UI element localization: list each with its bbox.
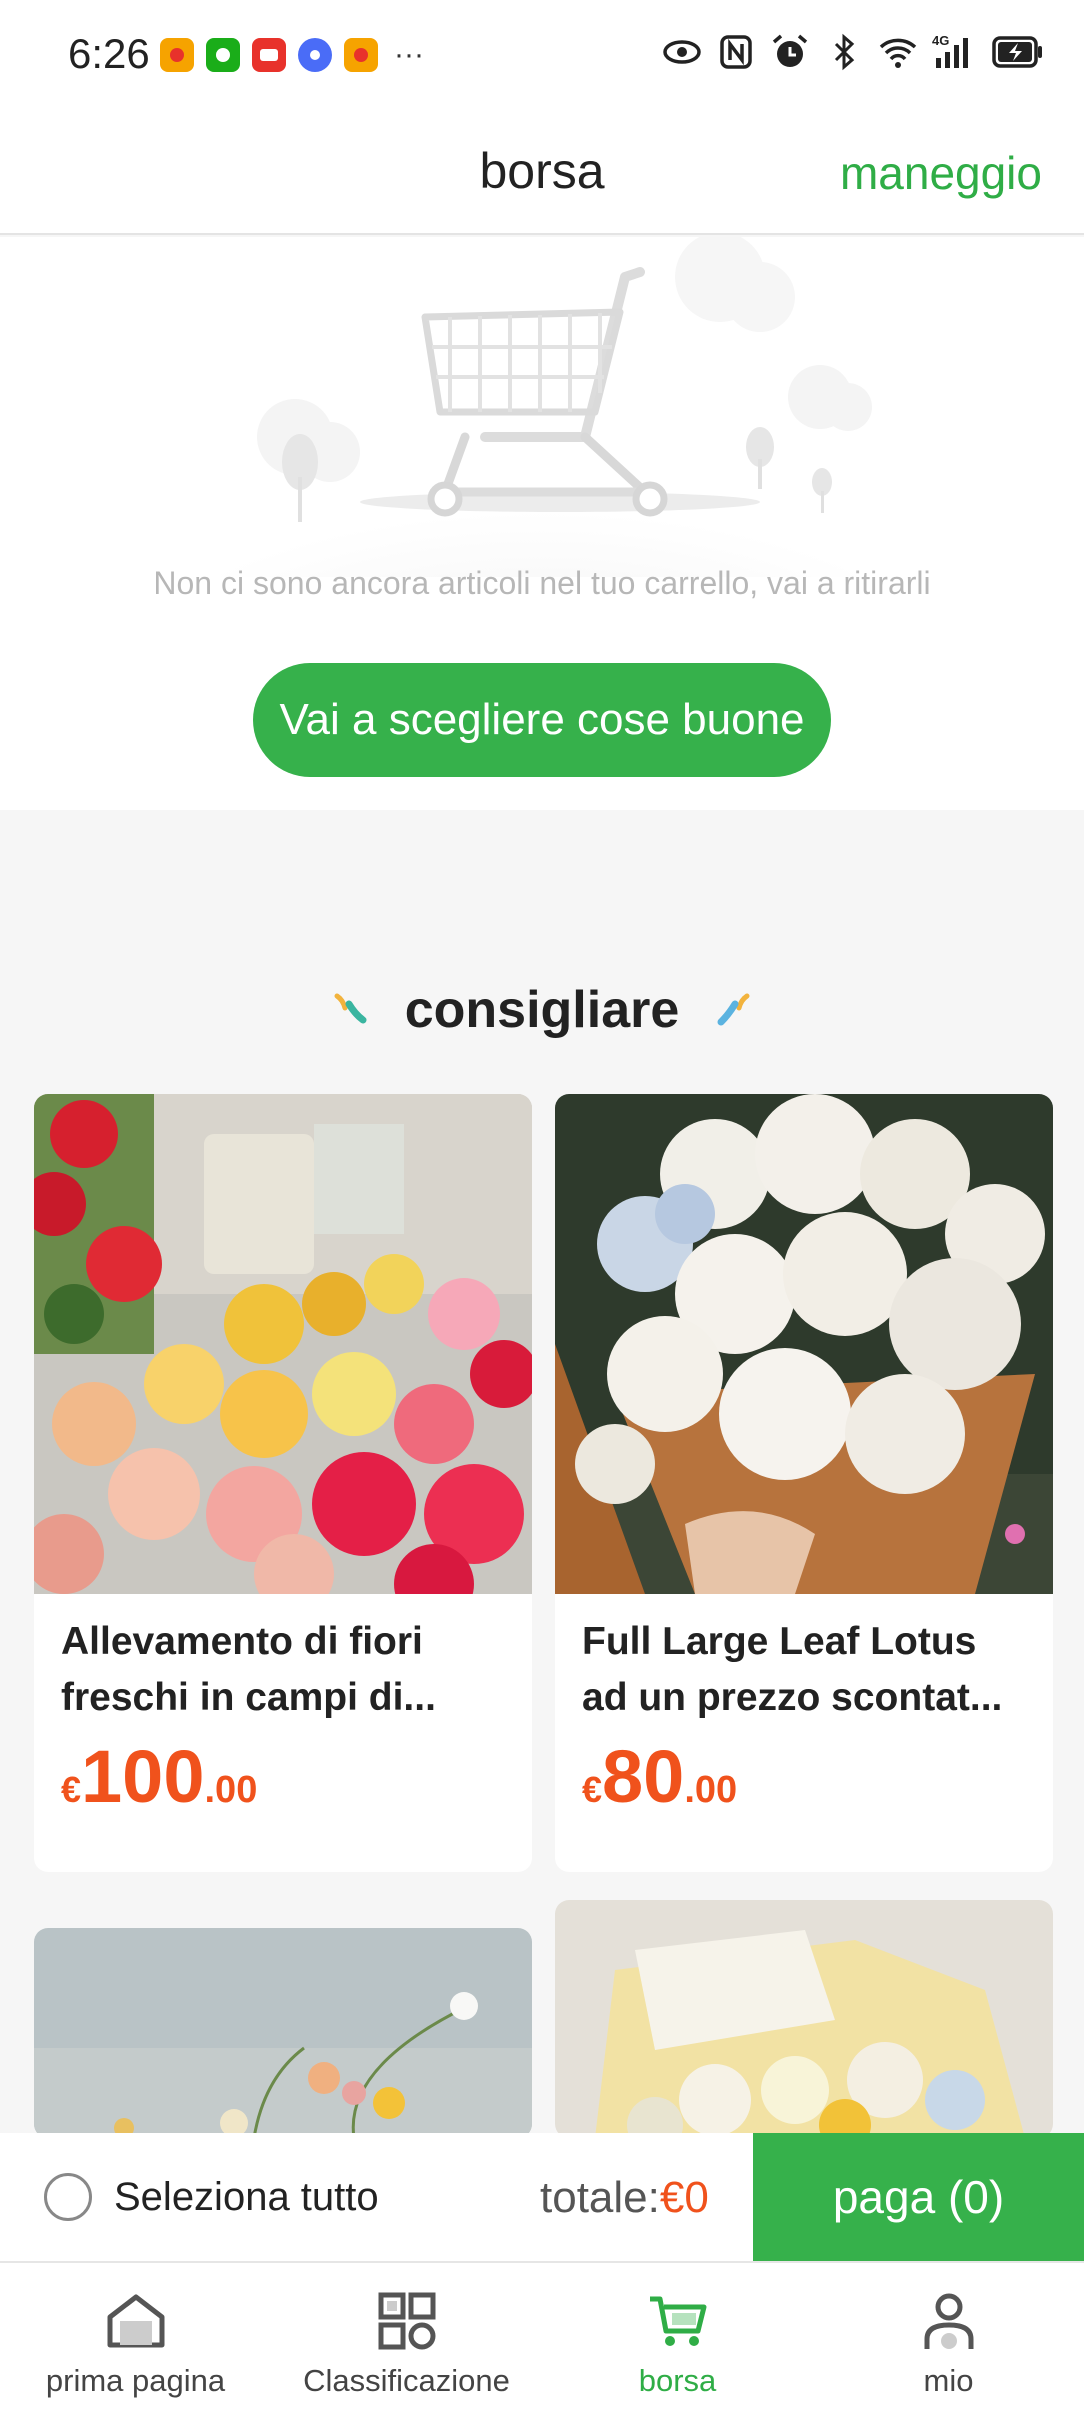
more-notifications-icon: ···	[394, 38, 424, 71]
recommend-title: consigliare	[404, 981, 680, 1039]
empty-cart-illustration	[220, 237, 872, 577]
profile-icon	[924, 2293, 974, 2349]
cart-total: totale:€0	[540, 2173, 709, 2223]
product-card[interactable]: Full Large Leaf Lotus ad un prezzo scont…	[555, 1094, 1053, 1872]
page-header: borsa maneggio	[0, 110, 1084, 235]
eye-icon	[663, 40, 701, 64]
tab-label: mio	[923, 2363, 974, 2398]
product-card[interactable]: Allevamento di fiori freschi in campi di…	[34, 1094, 532, 1872]
tab-label: prima pagina	[45, 2363, 226, 2398]
system-icons: 4G	[662, 32, 1044, 72]
bottom-tab-bar: prima pagina Classificazione borsa mio	[0, 2261, 1084, 2412]
cart-action-bar: Seleziona tutto totale:€0 paga (0)	[0, 2133, 1084, 2261]
cellular-signal-icon: 4G	[932, 33, 968, 68]
notification-icons: ···	[160, 38, 424, 72]
weibo-icon	[160, 38, 194, 72]
message-app-icon	[252, 38, 286, 72]
empty-cart-section: Non ci sono ancora articoli nel tuo carr…	[0, 237, 1084, 810]
svg-text:4G: 4G	[932, 33, 949, 48]
product-price: €100.00	[61, 1734, 257, 1819]
price-integer: 80	[602, 1735, 685, 1818]
sparkle-left-icon	[334, 993, 367, 1024]
sparkle-right-icon	[717, 993, 750, 1026]
cart-icon	[650, 2296, 707, 2346]
go-shopping-button[interactable]: Vai a scegliere cose buone	[253, 663, 831, 777]
category-icon	[378, 2292, 436, 2350]
tab-cart[interactable]: borsa	[542, 2263, 813, 2412]
tab-label: Classificazione	[303, 2363, 510, 2398]
product-image-flowers	[34, 1094, 532, 1594]
weibo-icon	[344, 38, 378, 72]
tab-profile[interactable]: mio	[813, 2263, 1084, 2412]
empty-cart-message: Non ci sono ancora articoli nel tuo carr…	[153, 565, 931, 601]
music-app-icon	[298, 38, 332, 72]
total-value: €0	[659, 2173, 709, 2222]
home-icon	[107, 2294, 165, 2348]
pay-button[interactable]: paga (0)	[753, 2133, 1084, 2261]
alarm-icon	[772, 34, 808, 67]
product-image-wildflowers	[34, 1928, 532, 2138]
price-decimal: .00	[684, 1769, 738, 1811]
wechat-icon	[206, 38, 240, 72]
manage-button[interactable]: maneggio	[840, 146, 1042, 200]
product-image-gift-bouquet	[555, 1900, 1053, 2138]
recommend-header: consigliare	[0, 975, 1084, 1045]
select-all-toggle[interactable]: Seleziona tutto	[44, 2173, 379, 2221]
tab-label: borsa	[638, 2363, 717, 2398]
product-name: Allevamento di fiori freschi in campi di…	[61, 1620, 436, 1719]
product-name: Full Large Leaf Lotus ad un prezzo scont…	[582, 1620, 1003, 1719]
status-time: 6:26	[68, 30, 150, 77]
product-card[interactable]	[34, 1928, 532, 2138]
price-integer: 100	[81, 1735, 205, 1818]
product-image-bouquet	[555, 1094, 1053, 1594]
product-price: €80.00	[582, 1734, 737, 1819]
total-label: totale:	[540, 2173, 660, 2222]
product-card[interactable]	[555, 1900, 1053, 2138]
price-currency: €	[582, 1769, 603, 1810]
status-bar: 6:26 ··· 4G	[0, 0, 1084, 110]
price-currency: €	[61, 1769, 82, 1810]
price-decimal: .00	[204, 1769, 258, 1811]
wifi-icon	[879, 38, 917, 68]
nfc-icon	[720, 35, 752, 69]
select-all-radio[interactable]	[44, 2173, 92, 2221]
bluetooth-icon	[834, 33, 855, 71]
tab-category[interactable]: Classificazione	[271, 2263, 542, 2412]
battery-icon	[992, 36, 1042, 68]
tab-home[interactable]: prima pagina	[0, 2263, 271, 2412]
select-all-label: Seleziona tutto	[114, 2174, 379, 2219]
